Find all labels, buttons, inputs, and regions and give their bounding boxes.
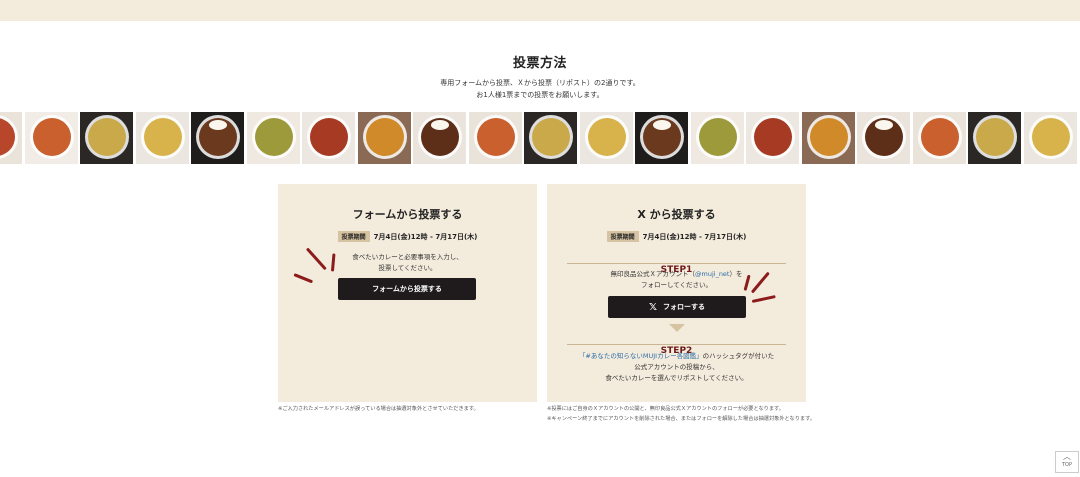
curry-bowl <box>809 118 848 156</box>
curry-bowl <box>88 118 126 156</box>
chevron-up-icon: ︿ <box>1063 452 1071 461</box>
x-logo-icon: 𝕏 <box>648 301 658 313</box>
step2-text-line2: 公式アカウントの投稿から、 <box>634 363 719 371</box>
curry-bowl <box>1031 118 1070 156</box>
curry-photo <box>468 112 522 164</box>
period-text: 7月4日(金)12時 - 7月17日(木) <box>373 233 478 241</box>
page-top-label: TOP <box>1061 462 1072 468</box>
form-card-title: フォームから投票する <box>352 208 463 221</box>
rice <box>653 120 671 130</box>
curry-photo <box>690 112 744 164</box>
form-note: ※ご入力されたメールアドレスが誤っている場合は抽選対象外とさせていただきます。 <box>278 406 479 412</box>
page-top-button[interactable]: ︿ TOP <box>1055 451 1079 473</box>
step2-text-post: のハッシュタグが付いた <box>702 352 775 360</box>
curry-photo <box>24 112 78 164</box>
curry-image-strip <box>0 112 1080 164</box>
curry-photo <box>80 112 133 164</box>
curry-bowl <box>254 118 293 156</box>
curry-photo <box>857 112 910 164</box>
rice <box>209 120 227 130</box>
curry-bowl <box>532 118 570 156</box>
x-vote-card: X から投票する 投票期間 7月4日(金)12時 - 7月17日(木) STEP1… <box>547 184 806 402</box>
section-title: 投票方法 <box>512 56 567 71</box>
curry-photo <box>635 112 688 164</box>
curry-photo <box>579 112 633 164</box>
step2-divider <box>567 344 786 345</box>
form-vote-period: 投票期間 7月4日(金)12時 - 7月17日(木) <box>278 231 537 242</box>
step1-text-pre: 無印良品公式Ｘアカウント（ <box>610 270 696 278</box>
curry-photo <box>746 112 799 164</box>
curry-photo <box>801 112 855 164</box>
form-vote-card: フォームから投票する 投票期間 7月4日(金)12時 - 7月17日(木) 食べた… <box>278 184 537 402</box>
curry-photo <box>1023 112 1077 164</box>
curry-bowl <box>976 118 1014 156</box>
x-note-line1: ※投票にはご自身のＸアカウントの公開と、無印良品公式Ｘアカウントのフォローが必要… <box>547 406 784 412</box>
rice <box>875 120 893 130</box>
x-vote-period: 投票期間 7月4日(金)12時 - 7月17日(木) <box>547 231 806 242</box>
rice <box>431 120 449 130</box>
curry-photo <box>968 112 1021 164</box>
curry-photo <box>912 112 966 164</box>
curry-bowl <box>698 118 737 156</box>
step1-text-post: ）を <box>729 270 743 278</box>
curry-photo <box>246 112 300 164</box>
follow-button[interactable]: 𝕏 フォローする <box>608 296 746 318</box>
curry-bowl <box>32 118 71 156</box>
down-arrow-icon <box>669 324 685 332</box>
x-card-title: X から投票する <box>637 208 716 221</box>
muji-net-link[interactable]: @muji_net <box>695 270 729 278</box>
form-vote-button[interactable]: フォームから投票する <box>338 278 476 300</box>
step2-text-line3: 食べたいカレーを選んでリポストしてください。 <box>605 374 748 382</box>
form-desc-line2: 投票してください。 <box>378 264 437 272</box>
intro-text-line2: お1人様1票までの投票をお願いします。 <box>476 91 604 99</box>
follow-button-label: フォローする <box>663 303 706 311</box>
curry-photo <box>524 112 577 164</box>
curry-photo <box>0 112 22 164</box>
hashtag-link[interactable]: 「#あなたの知らないMUJIカレー各図鑑」 <box>579 352 703 360</box>
intro-text-line1: 専用フォームから投票、Ｘから投票（リポスト）の2通りです。 <box>440 79 640 87</box>
curry-photo <box>135 112 189 164</box>
period-badge: 投票期間 <box>606 231 639 242</box>
step1-divider <box>567 263 786 264</box>
curry-bowl <box>754 118 792 156</box>
period-badge: 投票期間 <box>337 231 370 242</box>
top-banner-band <box>0 0 1080 21</box>
curry-photo <box>302 112 355 164</box>
curry-photo <box>191 112 244 164</box>
curry-photo <box>357 112 411 164</box>
curry-photo <box>413 112 466 164</box>
step2-text-line1: 「#あなたの知らないMUJIカレー各図鑑」のハッシュタグが付いた <box>547 351 806 362</box>
x-note-line2: ※キャンペーン終了までにアカウントを削除された場合、またはフォローを解除した場合… <box>547 416 815 422</box>
curry-bowl <box>310 118 348 156</box>
curry-bowl <box>920 118 959 156</box>
curry-bowl <box>365 118 404 156</box>
period-text: 7月4日(金)12時 - 7月17日(木) <box>642 233 747 241</box>
curry-bowl <box>587 118 626 156</box>
curry-bowl <box>143 118 182 156</box>
step1-text-line2: フォローしてください。 <box>640 281 713 289</box>
curry-bowl <box>476 118 515 156</box>
curry-bowl <box>0 118 15 156</box>
